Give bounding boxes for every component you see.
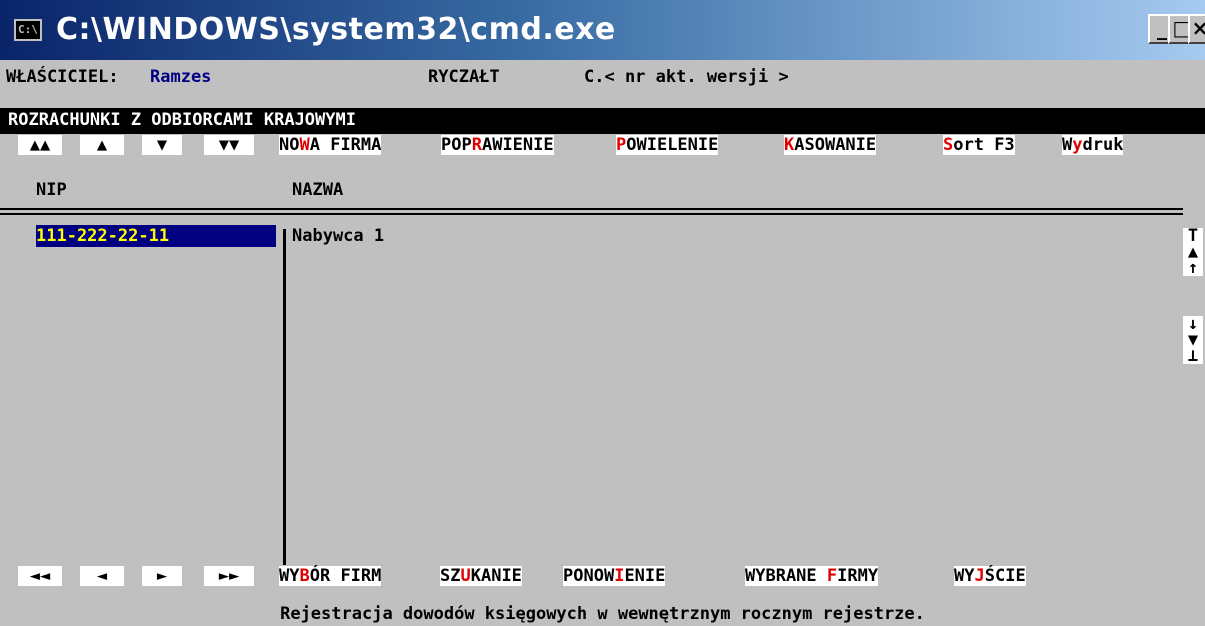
close-button[interactable]: ×	[1188, 14, 1205, 44]
nav-page-up-key[interactable]: ▲▲	[18, 135, 62, 155]
column-header-nazwa: NAZWA	[292, 180, 344, 200]
menu-ponowienie[interactable]: PONOWIENIE	[563, 566, 666, 586]
nav-last-key[interactable]: ►►	[204, 566, 254, 586]
menu-poprawienie[interactable]: POPRAWIENIE	[441, 135, 554, 155]
menu-wybor-firm[interactable]: WYBÓR FIRM	[279, 566, 382, 586]
header-divider	[0, 208, 1183, 210]
menu-kasowanie[interactable]: KASOWANIE	[784, 135, 877, 155]
cell-nip[interactable]: 111-222-22-11	[36, 226, 169, 246]
nav-prev-key[interactable]: ◄	[80, 566, 124, 586]
scroll-bottom-group[interactable]: ↓ ▼ ⊥	[1183, 316, 1203, 365]
owner-label: WŁAŚCICIEL:	[6, 67, 119, 87]
status-line: Rejestracja dowodów księgowych w wewnętr…	[280, 604, 925, 624]
version-text: C.< nr akt. wersji >	[584, 67, 789, 87]
cell-nazwa[interactable]: Nabywca 1	[292, 226, 384, 246]
header-divider-2	[0, 213, 1183, 215]
menu-nowa-firma[interactable]: NOWA FIRMA	[279, 135, 382, 155]
scroll-top-group[interactable]: T ▲ ↑	[1183, 228, 1203, 277]
menu-sort[interactable]: Sort F3	[943, 135, 1015, 155]
nav-next-key[interactable]: ►	[142, 566, 182, 586]
nav-page-down-key[interactable]: ▼▼	[204, 135, 254, 155]
section-title: ROZRACHUNKI Z ODBIORCAMI KRAJOWYMI	[8, 110, 356, 130]
nav-first-key[interactable]: ◄◄	[18, 566, 62, 586]
window-title: C:\WINDOWS\system32\cmd.exe	[56, 12, 616, 47]
minimize-icon: _	[1157, 16, 1167, 40]
nav-line-down-key[interactable]: ▼	[142, 135, 182, 155]
menu-szukanie[interactable]: SZUKANIE	[440, 566, 522, 586]
scroll-end-icon[interactable]: ⊥	[1183, 348, 1203, 365]
column-header-nip: NIP	[36, 180, 67, 200]
nav-line-up-key[interactable]: ▲	[80, 135, 124, 155]
menu-wybrane-firmy[interactable]: WYBRANE FIRMY	[745, 566, 879, 586]
menu-powielenie[interactable]: POWIELENIE	[616, 135, 719, 155]
tax-mode: RYCZAŁT	[428, 67, 500, 87]
owner-value: Ramzes	[150, 67, 212, 87]
cmd-app-icon[interactable]: C:\	[14, 19, 42, 41]
scroll-up-icon[interactable]: ↑	[1183, 260, 1203, 277]
menu-wydruk[interactable]: Wydruk	[1062, 135, 1124, 155]
column-divider	[283, 229, 286, 565]
close-icon: ×	[1191, 16, 1205, 40]
menu-wyjscie[interactable]: WYJŚCIE	[954, 566, 1026, 586]
